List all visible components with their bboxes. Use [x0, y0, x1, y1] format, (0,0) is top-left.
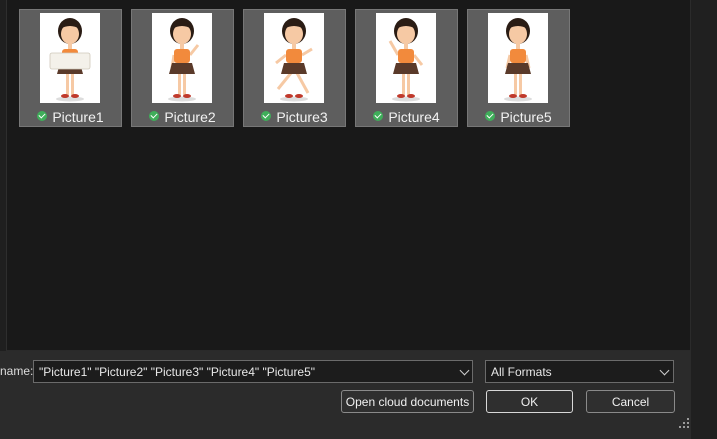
- file-label: Picture1: [20, 108, 121, 126]
- file-tile[interactable]: Picture5: [467, 9, 570, 127]
- chevron-down-icon[interactable]: [659, 365, 670, 376]
- file-format-value: All Formats: [491, 365, 552, 379]
- check-icon: [261, 111, 272, 121]
- file-name: Picture2: [164, 109, 216, 125]
- file-label: Picture5: [468, 108, 569, 126]
- file-tile[interactable]: Picture3: [243, 9, 346, 127]
- open-cloud-documents-button[interactable]: Open cloud documents: [341, 390, 474, 413]
- file-format-select[interactable]: All Formats: [485, 360, 674, 383]
- file-label: Picture4: [356, 108, 457, 126]
- chevron-down-icon[interactable]: [459, 365, 470, 376]
- resize-grip-icon[interactable]: [679, 418, 689, 428]
- file-name-label: name:: [0, 364, 34, 378]
- check-icon: [485, 111, 496, 121]
- window-edge: [690, 0, 717, 439]
- file-tile[interactable]: Picture1: [19, 9, 122, 127]
- file-thumbnail: [152, 13, 212, 103]
- cancel-button[interactable]: Cancel: [586, 390, 675, 413]
- file-name-value: "Picture1" "Picture2" "Picture3" "Pictur…: [39, 365, 316, 379]
- file-thumbnail: [488, 13, 548, 103]
- file-label: Picture3: [244, 108, 345, 126]
- file-name: Picture4: [388, 109, 440, 125]
- file-name: Picture5: [500, 109, 552, 125]
- file-label: Picture2: [132, 108, 233, 126]
- file-thumbnail: [264, 13, 324, 103]
- file-name: Picture1: [52, 109, 104, 125]
- file-name: Picture3: [276, 109, 328, 125]
- file-tile[interactable]: Picture4: [355, 9, 458, 127]
- file-thumbnail: [376, 13, 436, 103]
- file-name-input[interactable]: "Picture1" "Picture2" "Picture3" "Pictur…: [33, 360, 473, 383]
- check-icon: [149, 111, 160, 121]
- ok-button[interactable]: OK: [486, 390, 573, 413]
- file-thumbnail: [40, 13, 100, 103]
- check-icon: [37, 111, 48, 121]
- file-tile[interactable]: Picture2: [131, 9, 234, 127]
- check-icon: [373, 111, 384, 121]
